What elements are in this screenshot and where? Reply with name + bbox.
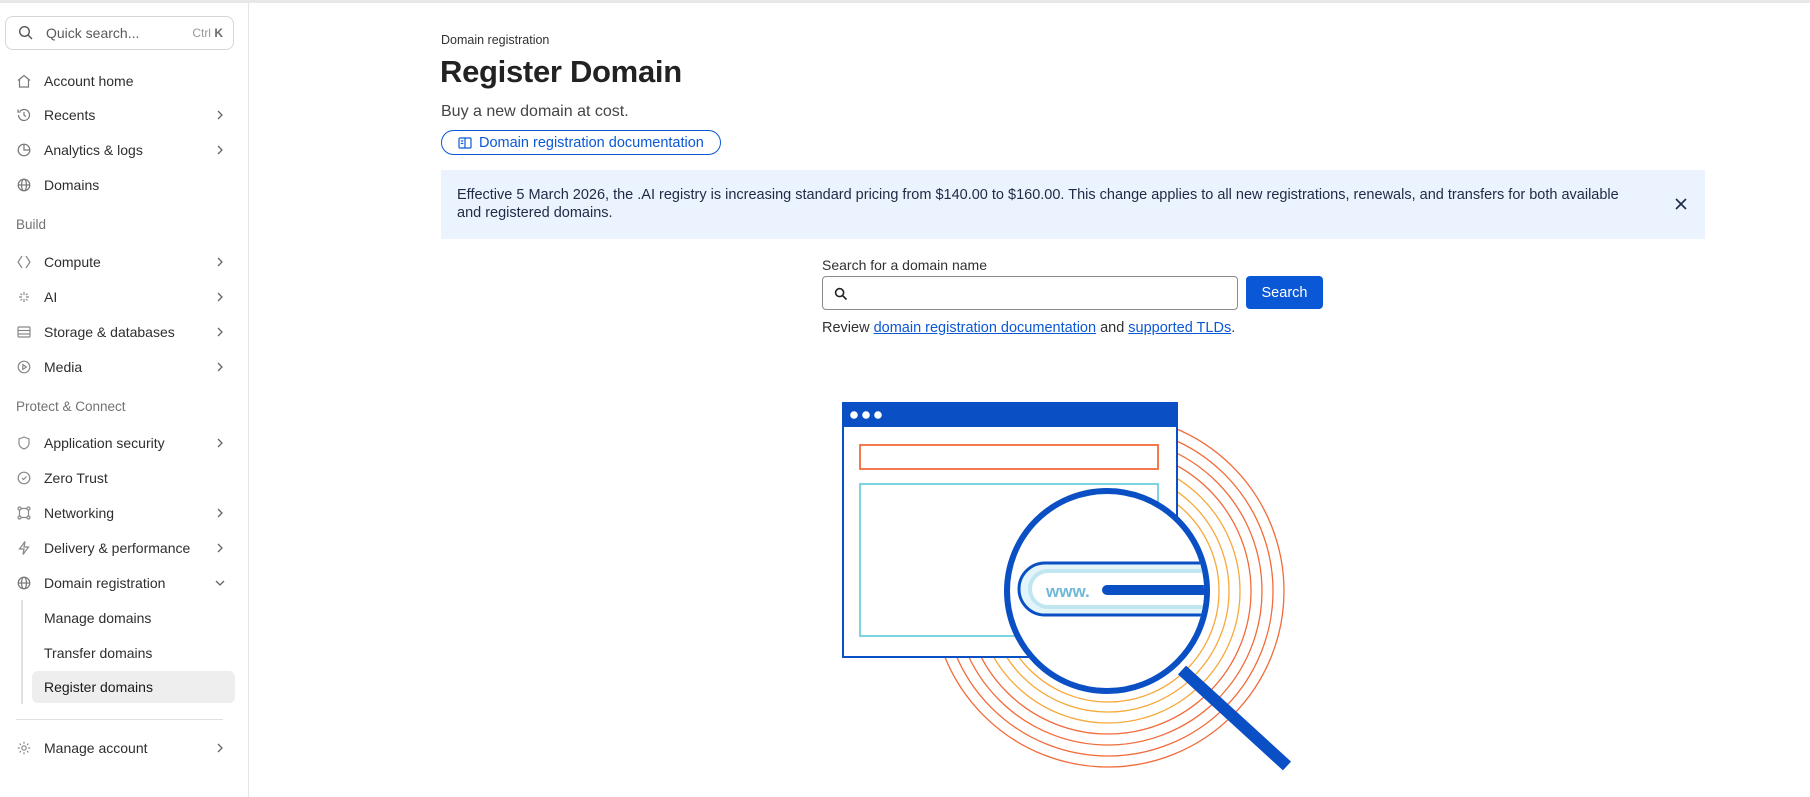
book-icon bbox=[458, 136, 472, 149]
sidebar-item-manage-account[interactable]: Manage account bbox=[0, 732, 235, 764]
sidebar-subitem-transfer-domains[interactable]: Transfer domains bbox=[32, 637, 235, 669]
domain-search-field[interactable] bbox=[822, 276, 1238, 310]
sidebar-divider bbox=[16, 719, 223, 720]
chevron-right-icon bbox=[217, 743, 223, 753]
chevron-right-icon bbox=[217, 362, 223, 372]
search-icon bbox=[18, 25, 33, 40]
sidebar-item-label: Analytics & logs bbox=[44, 142, 143, 158]
sidebar-item-media[interactable]: Media bbox=[0, 351, 235, 383]
domain-search-label: Search for a domain name bbox=[822, 257, 987, 273]
documentation-link-label: Domain registration documentation bbox=[479, 134, 704, 151]
home-icon bbox=[17, 74, 31, 88]
globe-icon bbox=[17, 178, 31, 192]
banner-text: Effective 5 March 2026, the .AI registry… bbox=[457, 187, 1619, 221]
section-label-protect: Protect & Connect bbox=[16, 399, 126, 414]
supported-tlds-link[interactable]: supported TLDs bbox=[1128, 320, 1231, 336]
sidebar-item-application-security[interactable]: Application security bbox=[0, 427, 235, 459]
sidebar-item-domain-registration[interactable]: Domain registration bbox=[0, 567, 235, 599]
sidebar-item-label: Networking bbox=[44, 505, 115, 521]
submenu-rail bbox=[21, 600, 23, 704]
sidebar-item-storage[interactable]: Storage & databases bbox=[0, 316, 235, 348]
sidebar-item-analytics[interactable]: Analytics & logs bbox=[0, 134, 235, 166]
close-icon[interactable] bbox=[1673, 196, 1689, 212]
chevron-down-icon bbox=[215, 580, 225, 586]
sidebar-subitem-register-domains[interactable]: Register domains bbox=[32, 671, 235, 703]
chevron-right-icon bbox=[217, 257, 223, 267]
sidebar-item-label: Compute bbox=[44, 254, 101, 270]
review-documentation-link[interactable]: domain registration documentation bbox=[874, 320, 1096, 336]
breadcrumb[interactable]: Domain registration bbox=[441, 33, 549, 47]
documentation-link-button[interactable]: Domain registration documentation bbox=[441, 130, 721, 155]
sidebar-item-networking[interactable]: Networking bbox=[0, 497, 235, 529]
sidebar-item-label: Application security bbox=[44, 435, 165, 451]
lightning-icon bbox=[18, 541, 30, 555]
page-title: Register Domain bbox=[440, 54, 682, 89]
gear-icon bbox=[17, 741, 31, 755]
chevron-right-icon bbox=[217, 292, 223, 302]
sidebar-item-label: Domain registration bbox=[44, 575, 166, 591]
sparkle-icon bbox=[19, 292, 29, 302]
chevron-right-icon bbox=[217, 327, 223, 337]
chevron-right-icon bbox=[217, 438, 223, 448]
domain-search-input[interactable] bbox=[855, 277, 1225, 309]
sidebar-item-label: Media bbox=[44, 359, 83, 375]
network-icon bbox=[17, 506, 31, 520]
history-icon bbox=[17, 108, 31, 122]
storage-icon bbox=[17, 326, 31, 338]
sidebar-item-domains[interactable]: Domains bbox=[0, 169, 235, 201]
sidebar-item-label: Storage & databases bbox=[44, 324, 175, 340]
play-icon bbox=[17, 360, 31, 374]
zero-trust-icon bbox=[17, 471, 31, 485]
chevron-right-icon bbox=[217, 543, 223, 553]
shortcut-hint: Ctrl K bbox=[192, 26, 223, 40]
sidebar-item-delivery[interactable]: Delivery & performance bbox=[0, 532, 235, 564]
sidebar-item-account-home[interactable]: Account home bbox=[0, 65, 235, 97]
sidebar-item-label: Delivery & performance bbox=[44, 540, 191, 556]
page-subtitle: Buy a new domain at cost. bbox=[441, 103, 629, 120]
top-border bbox=[0, 0, 1810, 3]
sidebar-item-label: Domains bbox=[44, 177, 100, 193]
shield-icon bbox=[18, 436, 30, 450]
search-icon bbox=[834, 287, 848, 301]
chevron-right-icon bbox=[217, 145, 223, 155]
sidebar-subitem-manage-domains[interactable]: Manage domains bbox=[32, 602, 235, 634]
globe-icon bbox=[17, 576, 31, 590]
www-label: www. bbox=[1045, 582, 1090, 601]
sidebar-item-compute[interactable]: Compute bbox=[0, 246, 235, 278]
sidebar-item-label: Account home bbox=[44, 73, 134, 89]
sidebar-item-label: Zero Trust bbox=[44, 470, 108, 486]
domain-search-illustration: www. bbox=[842, 402, 1292, 771]
sidebar-item-label: Recents bbox=[44, 107, 96, 123]
pricing-notice-banner: Effective 5 March 2026, the .AI registry… bbox=[441, 170, 1705, 239]
sidebar-item-zero-trust[interactable]: Zero Trust bbox=[0, 462, 235, 494]
chevron-right-icon bbox=[217, 508, 223, 518]
search-button[interactable]: Search bbox=[1246, 276, 1323, 309]
sidebar-item-label: AI bbox=[44, 289, 58, 305]
pie-chart-icon bbox=[17, 143, 31, 157]
quick-search-input[interactable]: Quick search... Ctrl K bbox=[5, 16, 234, 50]
section-label-build: Build bbox=[16, 217, 47, 232]
magnifier-graphic: www. bbox=[1004, 488, 1292, 771]
chevron-right-icon bbox=[217, 110, 223, 120]
sidebar-item-recents[interactable]: Recents bbox=[0, 99, 235, 131]
compute-icon bbox=[17, 255, 31, 269]
sidebar-item-label: Manage account bbox=[44, 740, 148, 756]
sidebar-item-ai[interactable]: AI bbox=[0, 281, 235, 313]
quick-search-placeholder: Quick search... bbox=[46, 25, 140, 41]
review-text: Review domain registration documentation… bbox=[822, 320, 1236, 336]
sidebar: Quick search... Ctrl K Account home Rece… bbox=[0, 3, 249, 797]
